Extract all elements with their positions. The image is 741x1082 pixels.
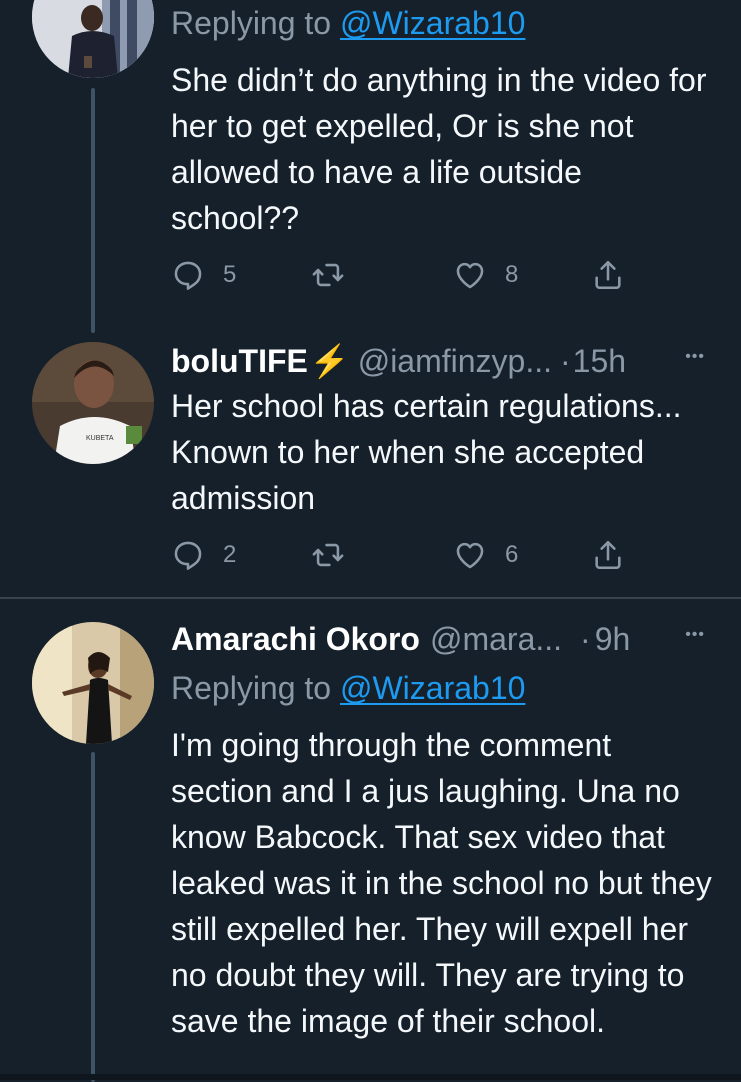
avatar[interactable]: KUBETA [32,342,154,464]
replying-prefix: Replying to [171,5,332,41]
timestamp[interactable]: 9h [595,616,631,662]
tweet-text: She didn’t do anything in the video for … [171,62,707,236]
replying-to: Replying to @Wizarab10 [171,0,525,46]
avatar[interactable] [32,622,154,744]
like-count: 8 [505,261,519,288]
reply-count: 5 [223,261,237,288]
share-button[interactable] [591,535,625,575]
share-icon [591,538,625,572]
tweet-actions: 5 8 [171,255,641,295]
reply-button[interactable]: 2 [171,535,236,575]
heart-icon [453,538,487,572]
more-options-icon[interactable]: ••• [685,348,705,366]
tweet-3[interactable]: Amarachi Okoro @mara... · 9h ••• Replyin… [0,600,741,1082]
tweet-1[interactable]: Replying to @Wizarab10 She didn’t do any… [0,0,741,333]
svg-text:KUBETA: KUBETA [86,435,114,442]
tweet-actions: 2 6 [171,535,641,575]
tweet-text: Her school has certain regulations... Kn… [171,388,682,516]
display-name[interactable]: boluTIFE [171,338,308,384]
retweet-button[interactable] [311,535,345,575]
tweet-header: boluTIFE ⚡ @iamfinzyp... · 15h [171,338,711,384]
tweet-divider [0,597,741,599]
like-button[interactable]: 8 [453,255,518,295]
separator-dot: · [580,621,591,657]
thread-line [91,88,95,333]
user-handle[interactable]: @iamfinzyp... [358,338,552,384]
thread-line [91,752,95,1082]
more-options-icon[interactable]: ••• [685,626,705,644]
lightning-emoji: ⚡ [309,343,350,379]
bottom-bar [0,1074,741,1080]
heart-icon [453,258,487,292]
replying-to: Replying to @Wizarab10 [171,665,525,711]
tweet-text: I'm going through the comment section an… [171,727,712,1039]
replying-handle-link[interactable]: @Wizarab10 [340,670,525,706]
separator-dot: · [560,343,571,379]
share-icon [591,258,625,292]
share-button[interactable] [591,255,625,295]
user-handle[interactable]: @mara... [430,616,562,662]
replying-handle-link[interactable]: @Wizarab10 [340,5,525,41]
retweet-icon [311,538,345,572]
retweet-button[interactable] [311,255,345,295]
like-count: 6 [505,541,519,568]
display-name[interactable]: Amarachi Okoro [171,616,420,662]
reply-button[interactable]: 5 [171,255,236,295]
reply-icon [171,538,205,572]
tweet-2[interactable]: KUBETA boluTIFE ⚡ @iamfinzyp... · 15h ••… [0,330,741,596]
avatar[interactable] [32,0,154,78]
like-button[interactable]: 6 [453,535,518,575]
retweet-icon [311,258,345,292]
reply-count: 2 [223,541,237,568]
timestamp[interactable]: 15h [573,338,626,384]
tweet-header: Amarachi Okoro @mara... · 9h [171,616,711,662]
replying-prefix: Replying to [171,670,332,706]
reply-icon [171,258,205,292]
